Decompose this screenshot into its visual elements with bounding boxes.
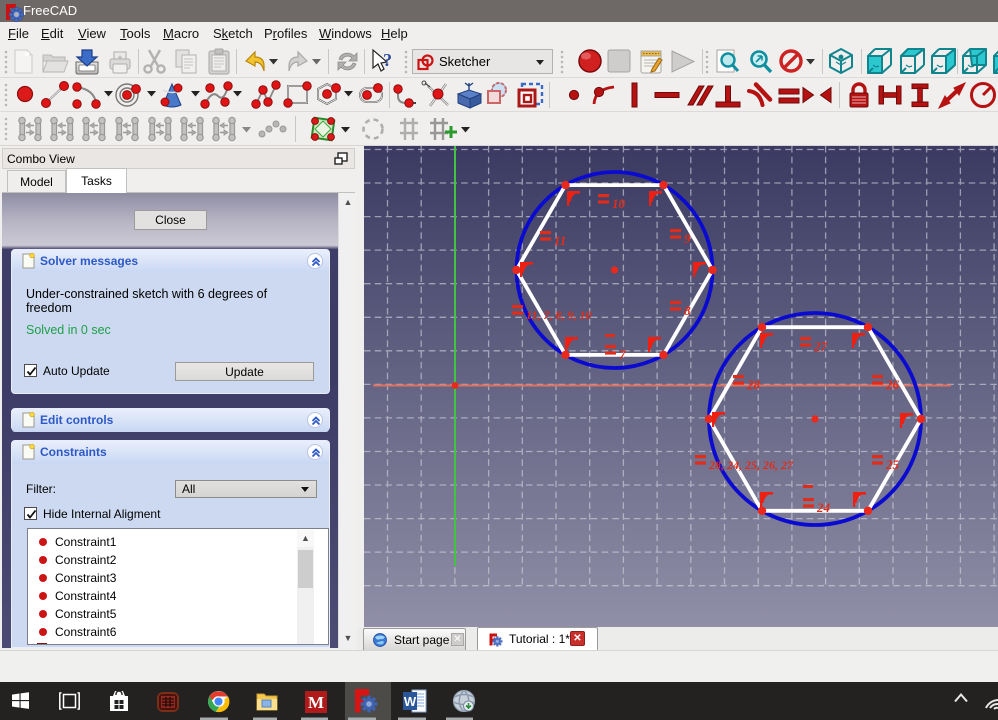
svg-text:9: 9 bbox=[684, 231, 691, 246]
svg-text:27: 27 bbox=[813, 339, 828, 354]
svg-text:11, 7, 8, 9, 10: 11, 7, 8, 9, 10 bbox=[526, 308, 591, 322]
svg-text:24: 24 bbox=[816, 500, 831, 515]
svg-text:W: W bbox=[404, 694, 417, 709]
svg-text:10: 10 bbox=[612, 196, 626, 211]
svg-text:M: M bbox=[308, 693, 324, 712]
svg-text:28, 24, 25, 26, 27: 28, 24, 25, 26, 27 bbox=[708, 458, 794, 472]
svg-text:8: 8 bbox=[684, 303, 691, 318]
svg-text:28: 28 bbox=[746, 377, 761, 392]
svg-text:7: 7 bbox=[619, 347, 626, 362]
svg-text:?: ? bbox=[383, 50, 392, 70]
svg-text:26: 26 bbox=[885, 377, 900, 392]
svg-text:25: 25 bbox=[885, 457, 900, 472]
svg-text:11: 11 bbox=[554, 233, 566, 248]
